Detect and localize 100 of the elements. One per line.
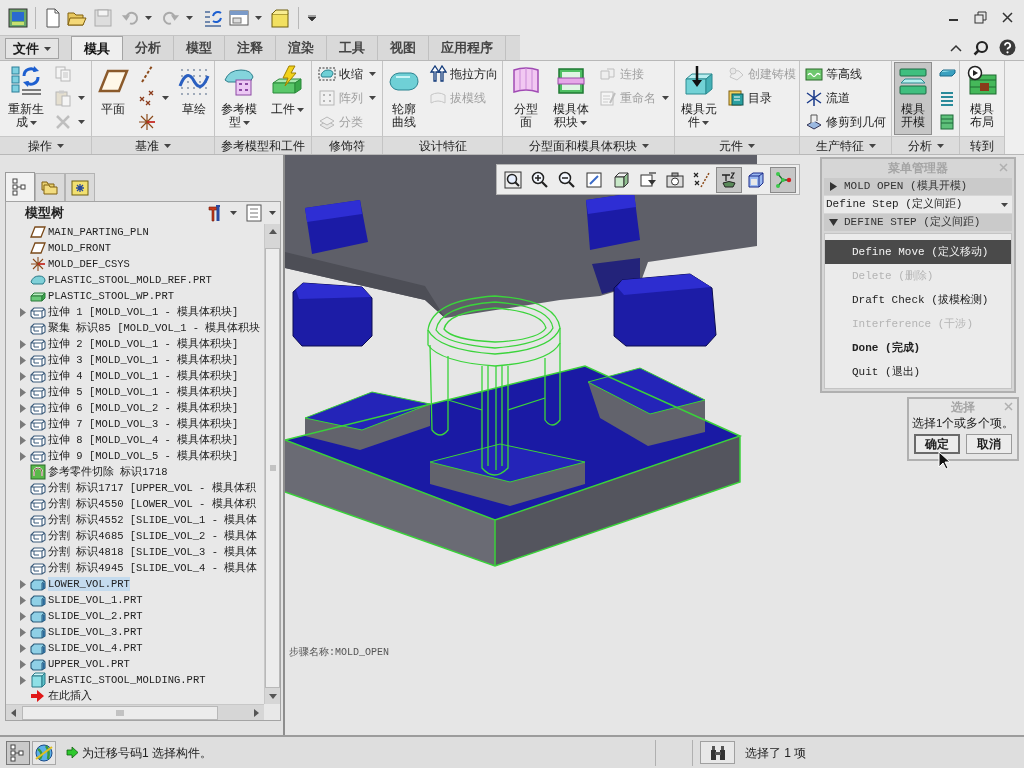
- file-menu-button[interactable]: 文件: [5, 38, 59, 59]
- tree-item[interactable]: PLASTIC_STOOL_MOLD_REF.PRT: [48, 273, 212, 287]
- expand-triangle-icon[interactable]: [20, 387, 26, 397]
- tree-item[interactable]: 分割 标识4818 [SLIDE_VOL_3 - 模具体: [48, 545, 258, 559]
- tree-item[interactable]: 分割 标识4685 [SLIDE_VOL_2 - 模具体: [48, 529, 258, 543]
- expand-triangle-icon[interactable]: [20, 595, 26, 605]
- asterisk-tile-icon: [70, 177, 90, 198]
- tree-item[interactable]: SLIDE_VOL_4.PRT: [48, 641, 143, 655]
- annotation-display-button[interactable]: [716, 166, 742, 193]
- ribbon-button[interactable]: 模具开模: [893, 62, 932, 135]
- tree-item[interactable]: 拉伸 3 [MOLD_VOL_1 - 模具体积块]: [48, 353, 239, 367]
- expand-triangle-icon[interactable]: [20, 451, 26, 461]
- tree-item[interactable]: 分割 标识1717 [UPPER_VOL - 模具体积: [48, 481, 256, 495]
- ribbon-command[interactable]: 目录: [724, 86, 798, 110]
- tree-item[interactable]: PLASTIC_STOOL_WP.PRT: [48, 289, 175, 303]
- menu-item[interactable]: Done (完成): [825, 336, 1011, 360]
- expand-triangle-icon[interactable]: [20, 627, 26, 637]
- scrollbar-thumb[interactable]: [22, 705, 218, 720]
- scroll-up-icon[interactable]: [268, 228, 277, 236]
- expand-triangle-icon[interactable]: [20, 307, 26, 317]
- ribbon-button[interactable]: 草绘: [174, 62, 213, 135]
- dialog-button[interactable]: 取消: [966, 434, 1012, 454]
- tree-item[interactable]: 聚集 标识85 [MOLD_VOL_1 - 模具体积块: [48, 321, 261, 335]
- tree-item[interactable]: UPPER_VOL.PRT: [48, 657, 130, 671]
- expand-triangle-icon[interactable]: [20, 579, 26, 589]
- help-icon[interactable]: [999, 39, 1016, 56]
- tree-item[interactable]: 拉伸 7 [MOLD_VOL_3 - 模具体积块]: [48, 417, 239, 431]
- tree-item[interactable]: 拉伸 2 [MOLD_VOL_1 - 模具体积块]: [48, 337, 239, 351]
- scroll-left-icon[interactable]: [10, 708, 18, 717]
- ribbon-command[interactable]: 流道: [803, 86, 888, 110]
- selection-filter-button[interactable]: [700, 741, 735, 764]
- scroll-down-icon[interactable]: [268, 692, 277, 700]
- scroll-right-icon[interactable]: [252, 708, 260, 717]
- ribbon-button[interactable]: 模具元件: [676, 62, 721, 135]
- tree-item[interactable]: 拉伸 4 [MOLD_VOL_1 - 模具体积块]: [48, 369, 239, 383]
- expand-triangle-icon[interactable]: [20, 371, 26, 381]
- menu-header[interactable]: MOLD OPEN (模具开模): [824, 178, 1012, 195]
- tree-item[interactable]: 拉伸 8 [MOLD_VOL_4 - 模具体积块]: [48, 433, 239, 447]
- restore-icon[interactable]: [974, 11, 987, 24]
- navigator-tab[interactable]: [35, 173, 65, 201]
- ribbon-button[interactable]: 轮廓曲线: [385, 62, 423, 135]
- expand-triangle-icon[interactable]: [20, 403, 26, 413]
- navigator-tab[interactable]: [5, 172, 35, 201]
- ribbon-command[interactable]: 修剪到几何: [803, 110, 888, 134]
- dialog-button[interactable]: 确定: [914, 434, 960, 454]
- expand-triangle-icon[interactable]: [20, 675, 26, 685]
- expand-triangle-icon[interactable]: [20, 355, 26, 365]
- box-icon[interactable]: [270, 7, 290, 28]
- panel-toggle-button[interactable]: [6, 740, 30, 765]
- menu-header[interactable]: DEFINE STEP (定义间距): [824, 214, 1012, 231]
- panel-toggle-button[interactable]: [32, 740, 56, 765]
- list-settings-icon[interactable]: [245, 204, 263, 222]
- expand-triangle-icon[interactable]: [20, 659, 26, 669]
- tree-item[interactable]: SLIDE_VOL_3.PRT: [48, 625, 143, 639]
- tree-item[interactable]: 分割 标识4945 [SLIDE_VOL_4 - 模具体: [48, 561, 258, 575]
- tree-item[interactable]: MOLD_FRONT: [48, 241, 111, 255]
- tree-item[interactable]: PLASTIC_STOOL_MOLDING.PRT: [48, 673, 206, 687]
- ribbon-tab[interactable]: 模具: [71, 36, 123, 60]
- ribbon-command[interactable]: 收缩: [316, 62, 378, 86]
- ribbon-button[interactable]: 重新生成: [4, 62, 48, 135]
- navigator-tab[interactable]: [65, 173, 95, 201]
- tree-item[interactable]: MAIN_PARTING_PLN: [48, 225, 149, 239]
- tree-item[interactable]: 拉伸 5 [MOLD_VOL_1 - 模具体积块]: [48, 385, 239, 399]
- ribbon-command[interactable]: 等高线: [803, 62, 888, 86]
- expand-triangle-icon[interactable]: [20, 435, 26, 445]
- ribbon-button[interactable]: 工件: [265, 62, 309, 135]
- expand-triangle-icon[interactable]: [20, 339, 26, 349]
- tree-item[interactable]: 在此插入: [48, 689, 92, 703]
- tree-item[interactable]: LOWER_VOL.PRT: [48, 577, 130, 591]
- window-icon[interactable]: [229, 7, 249, 28]
- tree-item[interactable]: 拉伸 6 [MOLD_VOL_2 - 模具体积块]: [48, 401, 239, 415]
- menu-item[interactable]: Quit (退出): [825, 360, 1011, 384]
- menu-item[interactable]: Draft Check (拔模检测): [825, 288, 1011, 312]
- trim-geometry-icon: [805, 113, 823, 131]
- spin-center-button[interactable]: [770, 166, 796, 193]
- tree-item[interactable]: 分割 标识4550 [LOWER_VOL - 模具体积: [48, 497, 256, 511]
- tree-item[interactable]: 分割 标识4552 [SLIDE_VOL_1 - 模具体: [48, 513, 258, 527]
- tree-item[interactable]: SLIDE_VOL_1.PRT: [48, 593, 143, 607]
- new-file-icon[interactable]: [43, 7, 63, 28]
- search-icon[interactable]: [973, 39, 989, 56]
- ribbon-button[interactable]: 平面: [93, 62, 132, 135]
- tree-item[interactable]: MOLD_DEF_CSYS: [48, 257, 130, 271]
- ribbon-button[interactable]: 参考模型: [217, 62, 261, 135]
- customize-caret-icon[interactable]: [308, 14, 316, 21]
- menu-item[interactable]: Define Move (定义移动): [825, 240, 1011, 264]
- expand-triangle-icon[interactable]: [20, 643, 26, 653]
- ribbon-button[interactable]: 分型面: [506, 62, 545, 135]
- tree-item[interactable]: 拉伸 1 [MOLD_VOL_1 - 模具体积块]: [48, 305, 239, 319]
- tree-item[interactable]: 拉伸 9 [MOLD_VOL_5 - 模具体积块]: [48, 449, 239, 463]
- close-icon[interactable]: [1001, 11, 1014, 24]
- tree-item[interactable]: 参考零件切除 标识1718: [48, 465, 168, 479]
- extrude-feature-icon: [30, 368, 46, 384]
- expand-triangle-icon[interactable]: [20, 419, 26, 429]
- ribbon-button[interactable]: 模具体积块: [548, 62, 593, 135]
- ribbon-command[interactable]: 拖拉方向: [427, 62, 500, 86]
- ribbon-button[interactable]: 模具布局: [963, 62, 1001, 135]
- expand-triangle-icon[interactable]: [20, 611, 26, 621]
- globe-icon: [34, 742, 54, 763]
- tree-item[interactable]: SLIDE_VOL_2.PRT: [48, 609, 143, 623]
- step-dropdown[interactable]: Define Step (定义间距): [824, 196, 1012, 213]
